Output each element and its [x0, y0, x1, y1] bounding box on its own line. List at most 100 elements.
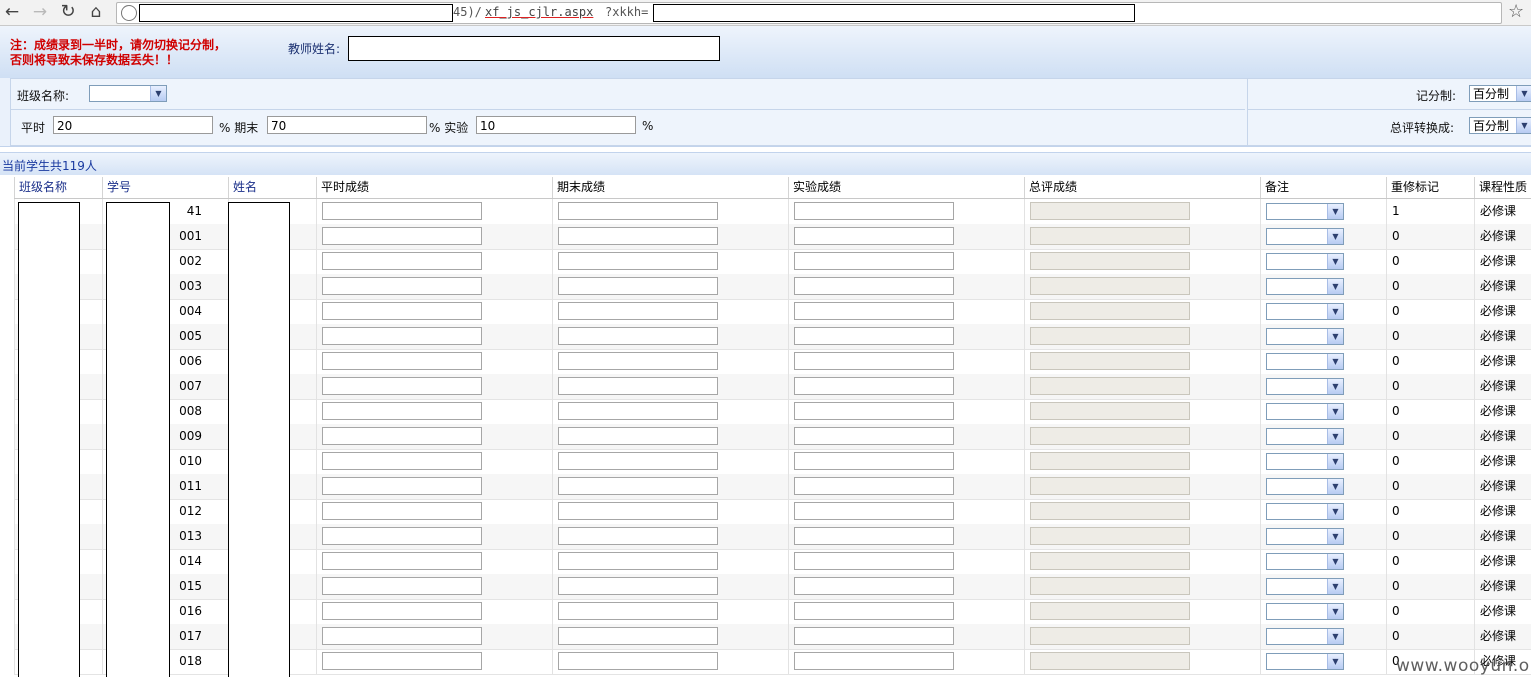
regular-score-input[interactable] [322, 277, 482, 295]
cell-total [1024, 199, 1260, 224]
remark-select[interactable]: ▼ [1266, 428, 1344, 445]
final-score-input[interactable] [558, 452, 718, 470]
regular-score-input[interactable] [322, 477, 482, 495]
lab-score-input[interactable] [794, 327, 954, 345]
final-score-input[interactable] [558, 377, 718, 395]
lab-score-input[interactable] [794, 577, 954, 595]
lab-score-input[interactable] [794, 227, 954, 245]
scoring-system-value: 百分制 [1473, 87, 1510, 101]
bookmark-star-icon[interactable]: ☆ [1508, 1, 1524, 22]
final-score-input[interactable] [558, 502, 718, 520]
remark-select[interactable]: ▼ [1266, 628, 1344, 645]
regular-score-input[interactable] [322, 377, 482, 395]
class-name-select[interactable]: ▼ [89, 85, 167, 102]
lab-score-input[interactable] [794, 527, 954, 545]
final-score-input[interactable] [558, 627, 718, 645]
lab-score-input[interactable] [794, 277, 954, 295]
regular-score-input[interactable] [322, 227, 482, 245]
remark-select[interactable]: ▼ [1266, 303, 1344, 320]
lab-score-input[interactable] [794, 302, 954, 320]
lab-score-input[interactable] [794, 602, 954, 620]
course-nature-value: 必修课 [1480, 404, 1517, 418]
final-score-input[interactable] [558, 402, 718, 420]
lab-score-input[interactable] [794, 377, 954, 395]
lab-score-input[interactable] [794, 652, 954, 670]
remark-select[interactable]: ▼ [1266, 578, 1344, 595]
remark-select[interactable]: ▼ [1266, 478, 1344, 495]
regular-score-input[interactable] [322, 527, 482, 545]
lab-score-input[interactable] [794, 402, 954, 420]
forward-arrow-icon[interactable]: → [30, 2, 50, 22]
remark-select[interactable]: ▼ [1266, 503, 1344, 520]
lab-score-input[interactable] [794, 552, 954, 570]
regular-weight-input[interactable]: 20 [53, 116, 213, 134]
remark-select[interactable]: ▼ [1266, 378, 1344, 395]
final-score-input[interactable] [558, 527, 718, 545]
lab-score-input[interactable] [794, 252, 954, 270]
regular-score-input[interactable] [322, 602, 482, 620]
back-arrow-icon[interactable]: ← [2, 2, 22, 22]
regular-score-input[interactable] [322, 577, 482, 595]
cell-lab [788, 549, 1024, 574]
lab-score-input[interactable] [794, 352, 954, 370]
page-info-icon[interactable]: o [121, 5, 137, 21]
final-score-input[interactable] [558, 352, 718, 370]
final-score-input[interactable] [558, 252, 718, 270]
address-bar[interactable]: o 45)/ xf_js_cjlr.aspx ?xkkh= [116, 2, 1502, 24]
scoring-system-select[interactable]: 百分制 ▼ [1469, 85, 1531, 102]
regular-score-input[interactable] [322, 552, 482, 570]
remark-select[interactable]: ▼ [1266, 203, 1344, 220]
cell-total [1024, 549, 1260, 574]
regular-score-input[interactable] [322, 452, 482, 470]
convert-to-select[interactable]: 百分制 ▼ [1469, 117, 1531, 134]
cell-retake: 0 [1386, 399, 1474, 424]
lab-score-input[interactable] [794, 477, 954, 495]
regular-score-input[interactable] [322, 652, 482, 670]
remark-select[interactable]: ▼ [1266, 653, 1344, 670]
cell-total [1024, 374, 1260, 399]
final-weight-input[interactable]: 70 [267, 116, 427, 134]
regular-score-input[interactable] [322, 627, 482, 645]
final-score-input[interactable] [558, 577, 718, 595]
course-nature-value: 必修课 [1480, 629, 1517, 643]
regular-score-input[interactable] [322, 302, 482, 320]
remark-select[interactable]: ▼ [1266, 278, 1344, 295]
cell-final [552, 374, 788, 399]
regular-score-input[interactable] [322, 402, 482, 420]
lab-score-input[interactable] [794, 502, 954, 520]
remark-select[interactable]: ▼ [1266, 353, 1344, 370]
regular-score-input[interactable] [322, 502, 482, 520]
teacher-name-field[interactable] [348, 36, 720, 61]
regular-score-input[interactable] [322, 202, 482, 220]
regular-score-input[interactable] [322, 427, 482, 445]
lab-score-input[interactable] [794, 627, 954, 645]
remark-select[interactable]: ▼ [1266, 528, 1344, 545]
final-score-input[interactable] [558, 302, 718, 320]
regular-score-input[interactable] [322, 352, 482, 370]
final-score-input[interactable] [558, 227, 718, 245]
remark-select[interactable]: ▼ [1266, 328, 1344, 345]
final-score-input[interactable] [558, 602, 718, 620]
remark-select[interactable]: ▼ [1266, 553, 1344, 570]
final-score-input[interactable] [558, 202, 718, 220]
remark-select[interactable]: ▼ [1266, 403, 1344, 420]
lab-weight-input[interactable]: 10 [476, 116, 636, 134]
final-score-input[interactable] [558, 427, 718, 445]
final-score-input[interactable] [558, 552, 718, 570]
remark-select[interactable]: ▼ [1266, 453, 1344, 470]
regular-score-input[interactable] [322, 327, 482, 345]
lab-score-input[interactable] [794, 452, 954, 470]
student-id-suffix: 010 [179, 454, 202, 468]
remark-select[interactable]: ▼ [1266, 228, 1344, 245]
home-icon[interactable]: ⌂ [86, 2, 106, 22]
final-score-input[interactable] [558, 277, 718, 295]
remark-select[interactable]: ▼ [1266, 253, 1344, 270]
lab-score-input[interactable] [794, 202, 954, 220]
remark-select[interactable]: ▼ [1266, 603, 1344, 620]
lab-score-input[interactable] [794, 427, 954, 445]
reload-icon[interactable]: ↻ [58, 2, 78, 22]
regular-score-input[interactable] [322, 252, 482, 270]
final-score-input[interactable] [558, 327, 718, 345]
final-score-input[interactable] [558, 652, 718, 670]
final-score-input[interactable] [558, 477, 718, 495]
